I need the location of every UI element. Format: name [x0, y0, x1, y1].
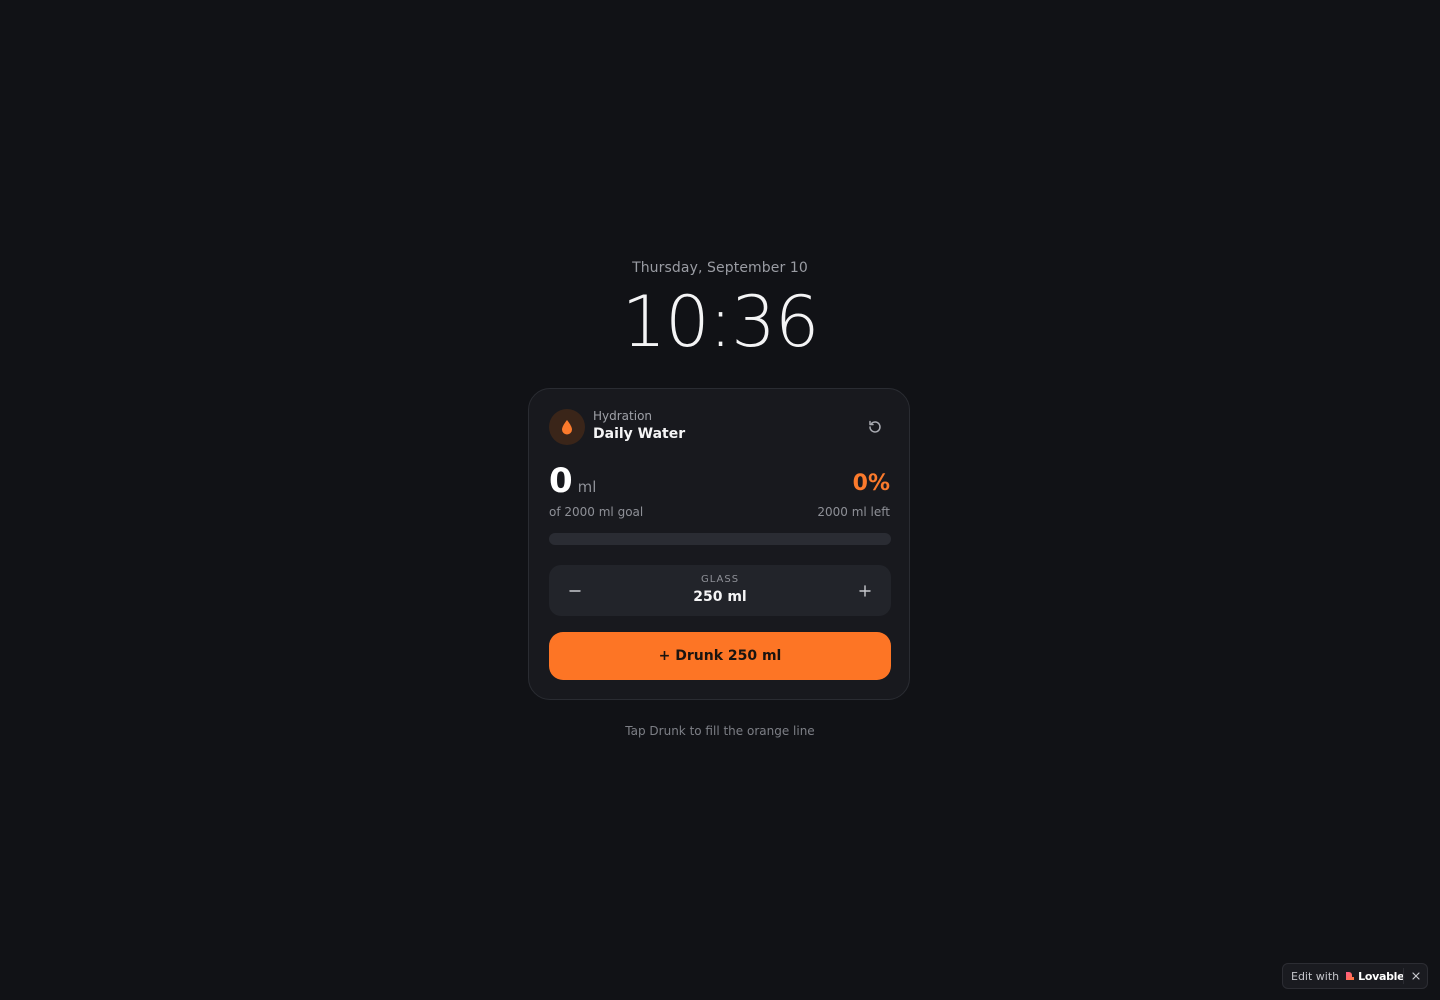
close-icon [1412, 972, 1420, 980]
reset-icon [869, 420, 881, 433]
amount-unit: ml [577, 478, 597, 496]
current-time: 10:36 [621, 281, 820, 363]
drunk-button[interactable]: + Drunk 250 ml [549, 632, 891, 680]
percent-complete: 0% [852, 471, 890, 496]
badge-divider [1403, 968, 1404, 984]
amount-value: 0 [549, 461, 573, 501]
badge-edit-text: Edit with [1291, 969, 1340, 983]
edit-with-lovable-badge[interactable]: Edit with Lovable [1282, 963, 1428, 989]
increment-glass-button[interactable] [852, 578, 878, 604]
plus-icon [859, 585, 871, 597]
hint-text: Tap Drunk to fill the orange line [625, 724, 815, 738]
water-drop-icon [549, 409, 585, 445]
goal-text: of 2000 ml goal [549, 505, 644, 519]
current-date: Thursday, September 10 [632, 260, 808, 276]
card-kicker: Hydration [593, 409, 653, 423]
glass-label: GLASS [700, 574, 740, 585]
card-title: Daily Water [593, 426, 686, 442]
glass-size-stepper: GLASS 250 ml [549, 565, 891, 616]
hydration-card: Hydration Daily Water 0 ml of 2000 ml go… [528, 388, 910, 700]
amount-display: 0 ml [549, 461, 596, 501]
remaining-text: 2000 ml left [817, 505, 890, 519]
lovable-heart-icon [1345, 971, 1355, 981]
badge-brand: Lovable [1358, 969, 1405, 983]
progress-bar [549, 533, 891, 545]
app-root: Thursday, September 10 10:36 Hydration D… [0, 0, 1440, 1000]
badge-close-button[interactable] [1409, 969, 1423, 983]
reset-button[interactable] [863, 415, 887, 439]
glass-value: 250 ml [693, 589, 747, 605]
